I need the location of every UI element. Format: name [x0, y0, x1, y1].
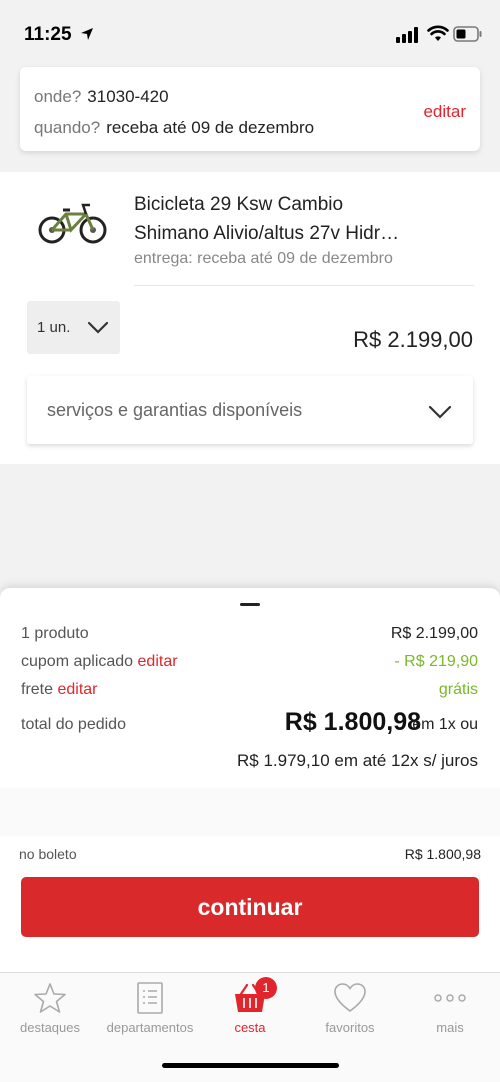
tab-label: cesta	[234, 1020, 266, 1035]
tab-mais[interactable]: mais	[400, 973, 500, 1043]
battery-icon	[453, 26, 482, 42]
shipping-value: grátis	[438, 681, 478, 698]
star-icon	[34, 983, 66, 1013]
when-label: quando?	[34, 118, 101, 137]
summary-products-row: 1 produto R$ 2.199,00	[21, 625, 478, 643]
coupon-discount: - R$ 219,90	[394, 653, 478, 670]
location-arrow-icon	[81, 28, 93, 40]
product-delivery-info: entrega: receba até 09 de dezembro	[134, 250, 393, 267]
products-count: 1 produto	[21, 625, 89, 642]
services-label: serviços e garantias disponíveis	[47, 400, 303, 420]
delivery-location: onde? 31030-420	[34, 87, 169, 107]
signal-icon	[396, 27, 418, 43]
tab-favoritos[interactable]: favoritos	[300, 973, 400, 1043]
delivery-card[interactable]: onde? 31030-420 quando? receba até 09 de d…	[20, 67, 480, 151]
tab-label: departamentos	[106, 1020, 194, 1035]
edit-delivery-link[interactable]: editar	[423, 102, 466, 122]
where-label: onde?	[34, 87, 82, 106]
quantity-value: 1 un.	[37, 319, 71, 336]
installments-info: R$ 1.979,10 em até 12x s/ juros	[237, 751, 478, 770]
total-label: total do pedido	[21, 716, 126, 733]
edit-shipping-link[interactable]: editar	[57, 681, 97, 698]
heart-icon	[334, 983, 366, 1012]
continue-button[interactable]: continuar	[21, 877, 479, 937]
services-dropdown[interactable]: serviços e garantias disponíveis	[27, 376, 473, 444]
boleto-value: R$ 1.800,98	[404, 846, 481, 862]
quantity-select[interactable]: 1 un.	[27, 301, 120, 354]
chevron-down-icon	[87, 321, 109, 334]
tab-label: favoritos	[325, 1020, 375, 1035]
status-bar: 11:25	[0, 0, 500, 62]
product-title-line1: Bicicleta 29 Ksw Cambio	[134, 194, 344, 215]
tab-departamentos[interactable]: departamentos	[100, 973, 200, 1043]
product-title[interactable]: Bicicleta 29 Ksw Cambio Shimano Alivio/a…	[134, 190, 474, 248]
tab-destaques[interactable]: destaques	[0, 973, 100, 1043]
postal-code: 31030-420	[87, 87, 169, 106]
summary-shipping-row: frete editar grátis	[21, 681, 478, 699]
product-price: R$ 2.199,00	[353, 327, 473, 352]
delivery-date: quando? receba até 09 de dezembro	[34, 118, 314, 138]
tab-cesta[interactable]: 1 cesta	[200, 973, 300, 1043]
list-icon	[137, 982, 163, 1014]
cart-item: Bicicleta 29 Ksw Cambio Shimano Alivio/a…	[0, 172, 500, 464]
wifi-icon	[427, 25, 449, 41]
product-image[interactable]	[38, 200, 108, 246]
order-summary-sheet: 1 produto R$ 2.199,00 cupom aplicado edi…	[0, 588, 500, 972]
tab-label: destaques	[20, 1020, 80, 1035]
chevron-down-icon	[428, 405, 452, 419]
spacer	[0, 788, 500, 836]
status-time: 11:25	[24, 24, 72, 45]
divider	[134, 285, 474, 286]
cart-count-badge: 1	[255, 977, 277, 999]
sheet-handle[interactable]	[240, 603, 260, 606]
more-icon	[434, 994, 466, 1002]
home-indicator	[162, 1063, 339, 1068]
boleto-label: no boleto	[19, 846, 77, 862]
summary-coupon-row: cupom aplicado editar - R$ 219,90	[21, 653, 478, 671]
products-subtotal: R$ 2.199,00	[390, 625, 478, 642]
delivery-date-value: receba até 09 de dezembro	[106, 118, 315, 137]
edit-coupon-link[interactable]: editar	[138, 653, 178, 670]
coupon-label: cupom aplicado	[21, 653, 134, 670]
product-title-line2: Shimano Alivio/altus 27v Hidr…	[134, 223, 400, 244]
total-amount: R$ 1.800,98	[284, 708, 421, 736]
tab-label: mais	[436, 1020, 464, 1035]
total-suffix: em 1x ou	[412, 716, 478, 733]
shipping-label: frete	[21, 681, 54, 698]
